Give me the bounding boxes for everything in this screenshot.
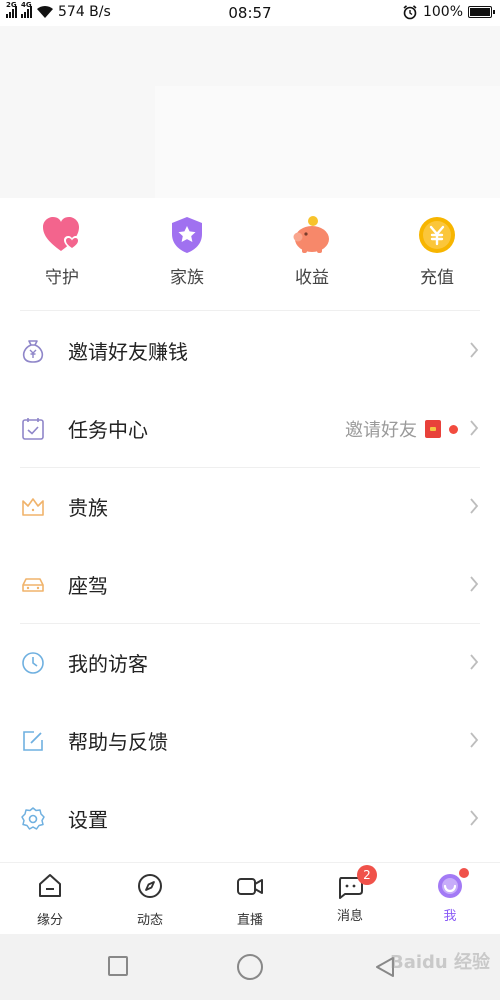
tab-me[interactable]: 我: [400, 868, 500, 924]
battery-percent: 100%: [422, 4, 463, 20]
status-bar: 2G 4G 574 B/s 08:57 100%: [0, 0, 500, 26]
bottom-nav: 缘分 动态 直播 2 消息 我: [0, 862, 500, 934]
invite-hint-text: 邀请好友: [345, 420, 417, 441]
tab-live[interactable]: 直播: [200, 871, 300, 928]
notification-dot: [459, 868, 469, 878]
home-button[interactable]: [237, 954, 263, 980]
menu-item-invite[interactable]: 邀请好友赚钱: [0, 312, 500, 390]
menu-item-visitors[interactable]: 我的访客: [0, 624, 500, 702]
tab-moments[interactable]: 动态: [100, 871, 200, 928]
chevron-right-icon: [470, 576, 479, 592]
money-bag-icon: [22, 340, 44, 363]
menu-item-label: 邀请好友赚钱: [68, 340, 188, 364]
menu-item-label: 任务中心: [68, 418, 148, 442]
car-icon: [22, 578, 44, 592]
menu-item-label: 帮助与反馈: [68, 730, 168, 754]
chevron-right-icon: [470, 810, 479, 826]
compass-icon: [138, 874, 162, 898]
quick-actions: 守护 家族 收益 充值: [0, 215, 500, 295]
menu-item-settings[interactable]: 设置: [0, 780, 500, 858]
tab-label: 消息: [336, 909, 363, 924]
menu-item-label: 设置: [68, 808, 108, 832]
menu-item-mount[interactable]: 座驾: [0, 546, 500, 624]
menu-item-feedback[interactable]: 帮助与反馈: [0, 702, 500, 780]
quick-action-label: 收益: [295, 268, 329, 288]
tab-label: 动态: [136, 913, 163, 928]
quick-action-family[interactable]: 家族: [142, 215, 232, 288]
chevron-right-icon: [470, 342, 479, 358]
crown-icon: [22, 498, 44, 516]
battery-icon: [468, 6, 495, 18]
menu-item-tasks[interactable]: 任务中心 邀请好友: [0, 390, 500, 468]
chevron-right-icon: [470, 732, 479, 748]
chat-icon-wrap: 2: [335, 865, 377, 901]
system-nav-bar: Baidu 经验: [0, 934, 500, 1000]
video-icon: [237, 878, 263, 895]
chevron-right-icon: [470, 654, 479, 670]
quick-action-label: 家族: [170, 268, 204, 288]
red-envelope-icon: [425, 420, 441, 438]
menu-item-label: 贵族: [68, 496, 108, 520]
tab-label: 缘分: [36, 913, 63, 928]
quick-action-label: 充值: [420, 268, 454, 288]
profile-header: [0, 26, 500, 198]
clock-icon: [22, 652, 44, 674]
tab-label: 我: [443, 909, 457, 924]
piggy-bank-icon: [290, 215, 334, 255]
quick-action-label: 守护: [45, 268, 79, 288]
quick-action-recharge[interactable]: 充值: [392, 215, 482, 288]
menu-item-label: 座驾: [68, 574, 108, 598]
alarm-icon: [403, 5, 417, 20]
profile-header-panel: [155, 86, 500, 198]
status-right: 100%: [402, 4, 495, 20]
edit-icon: [23, 731, 43, 751]
quick-action-guard[interactable]: 守护: [17, 215, 107, 288]
tab-fate[interactable]: 缘分: [0, 871, 100, 928]
shield-star-icon: [165, 215, 209, 255]
recents-button[interactable]: [108, 956, 128, 976]
notification-dot: [449, 424, 458, 434]
invite-hint: 邀请好友: [345, 416, 458, 442]
tab-messages[interactable]: 2 消息: [300, 865, 400, 924]
home-icon: [39, 874, 61, 897]
chevron-right-icon: [470, 498, 479, 514]
quick-action-earnings[interactable]: 收益: [267, 215, 357, 288]
profile-icon-wrap: [435, 868, 469, 901]
gear-icon: [21, 807, 45, 830]
watermark: Baidu 经验: [389, 952, 490, 973]
menu-item-nobility[interactable]: 贵族: [0, 468, 500, 546]
heart-icon: [40, 215, 84, 255]
task-check-icon: [22, 418, 44, 440]
chevron-right-icon: [470, 420, 479, 436]
yen-coin-icon: [415, 215, 459, 255]
unread-badge: 2: [357, 865, 377, 885]
tab-label: 直播: [236, 913, 263, 928]
menu-item-label: 我的访客: [68, 652, 148, 676]
divider: [20, 310, 480, 311]
